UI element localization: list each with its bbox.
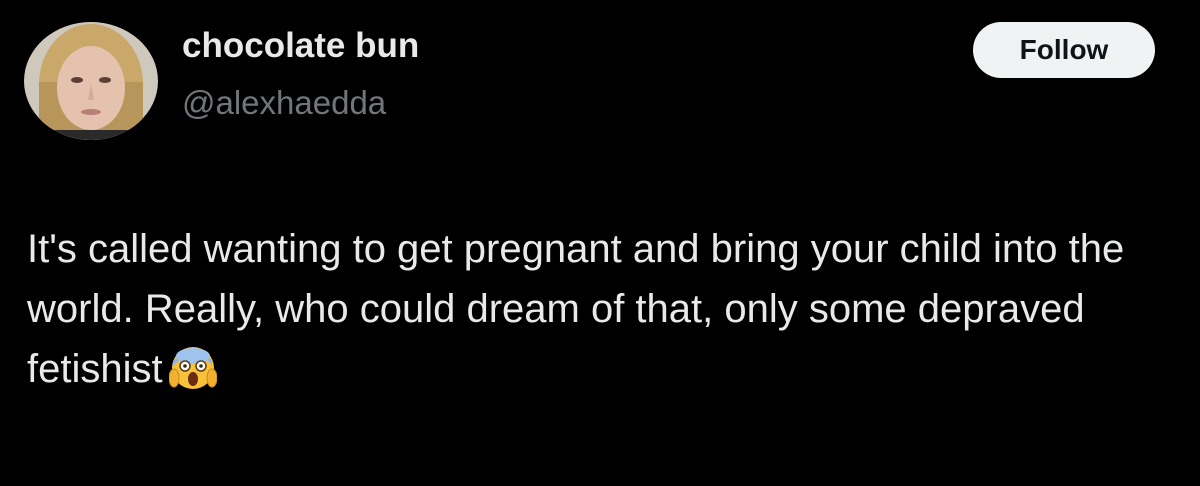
display-name[interactable]: chocolate bun (182, 24, 419, 68)
avatar-portrait-image (24, 22, 158, 140)
tweet-card: chocolate bun @alexhaedda Follow It's ca… (0, 0, 1200, 486)
user-handle[interactable]: @alexhaedda (182, 82, 386, 124)
avatar[interactable] (24, 22, 158, 140)
follow-button[interactable]: Follow (973, 22, 1155, 78)
tweet-text: It's called wanting to get pregnant and … (27, 219, 1167, 399)
screaming-face-icon (168, 344, 217, 392)
